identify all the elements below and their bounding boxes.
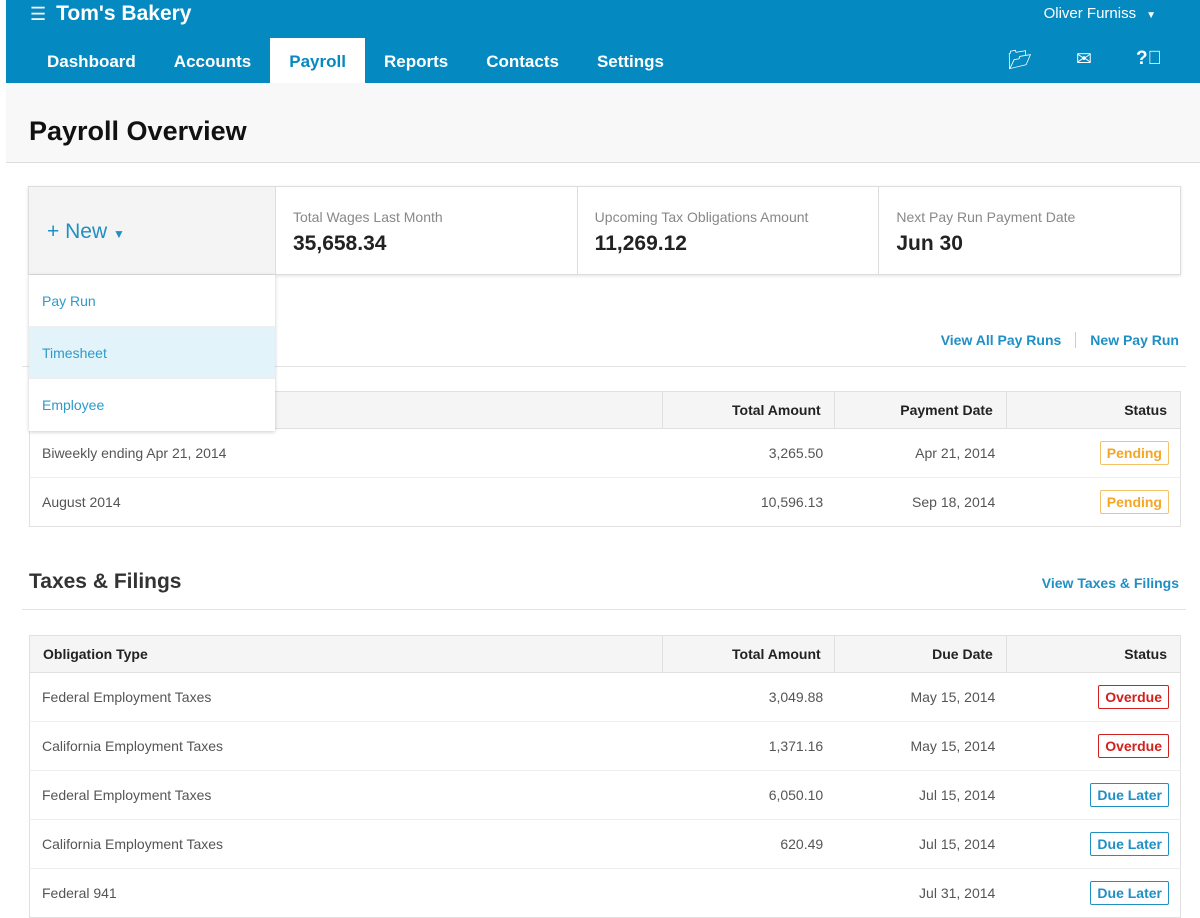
mail-icon[interactable]: ✉ [1072,48,1096,72]
column-header[interactable]: Total Amount [661,635,835,673]
status-cell: Pending [1006,477,1181,527]
new-dropdown-menu: Pay Run Timesheet Employee [29,275,275,431]
table-row[interactable]: Federal Employment Taxes 6,050.10 Jul 15, … [29,770,1181,820]
table-cell: Federal Employment Taxes [29,770,663,820]
view-all-pay-runs-link[interactable]: View All Pay Runs [941,332,1062,348]
new-button[interactable]: + New ▼ [29,187,276,274]
status-cell: Due Later [1006,868,1181,918]
user-menu[interactable]: Oliver Furniss ▼ [1044,5,1156,22]
table-cell: 3,049.88 [662,672,835,722]
column-header[interactable]: Status [1005,391,1181,429]
stat-tax-obligations: Upcoming Tax Obligations Amount 11,269.12 [578,187,880,274]
table-cell: 3,265.50 [662,428,835,478]
menu-item-pay-run[interactable]: Pay Run [29,275,275,327]
main-nav: Dashboard Accounts Payroll Reports Contacts S… [28,38,683,83]
column-header[interactable]: Obligation Type [29,635,663,673]
status-badge: Pending [1099,441,1169,465]
tab-accounts[interactable]: Accounts [155,38,270,83]
taxes-section-title: Taxes & Filings [29,570,182,593]
status-cell: Due Later [1006,819,1181,869]
folder-icon[interactable]: 📂︎ [1008,48,1032,72]
summary-panel: + New ▼ Total Wages Last Month 35,658.34 … [28,186,1181,275]
tab-dashboard[interactable]: Dashboard [28,38,155,83]
table-cell: Federal 941 [29,868,663,918]
tab-payroll[interactable]: Payroll [270,38,365,83]
status-badge: Overdue [1098,734,1169,758]
new-label: + New [47,220,108,243]
status-badge: Pending [1099,490,1169,514]
status-cell: Due Later [1006,770,1181,820]
table-cell: May 15, 2014 [834,721,1007,771]
menu-list-icon[interactable]: ☰ [30,4,46,25]
caret-down-icon: ▼ [112,227,125,241]
table-cell: 6,050.10 [662,770,835,820]
payrun-links: View All Pay Runs New Pay Run [941,332,1179,348]
status-cell: Pending [1006,428,1181,478]
page-header: Payroll Overview [6,83,1200,163]
brand[interactable]: ☰ Tom's Bakery [30,2,191,26]
status-cell: Overdue [1006,672,1181,722]
table-cell: Jul 15, 2014 [834,819,1007,869]
table-cell: Biweekly ending Apr 21, 2014 [29,428,663,478]
stat-next-pay-run: Next Pay Run Payment Date Jun 30 [879,187,1180,274]
table-row[interactable]: August 2014 10,596.13 Sep 18, 2014 Pending [29,477,1181,527]
table-cell: 620.49 [662,819,835,869]
toolbar-icons: 📂︎ ✉ ?⃝ [1008,48,1162,72]
taxes-table: Obligation Type Total Amount Due Date Statu… [29,635,1181,918]
table-cell: August 2014 [29,477,663,527]
stat-label: Upcoming Tax Obligations Amount [594,209,809,225]
user-name: Oliver Furniss [1043,5,1137,22]
table-cell: Federal Employment Taxes [29,672,663,722]
table-header: Obligation Type Total Amount Due Date Statu… [29,635,1181,673]
column-header[interactable]: Status [1005,635,1181,673]
menu-item-timesheet[interactable]: Timesheet [29,327,275,379]
tab-reports[interactable]: Reports [365,38,467,83]
table-row[interactable]: Federal Employment Taxes 3,049.88 May 15, … [29,672,1181,722]
taxes-links: View Taxes & Filings [1042,575,1179,591]
column-header[interactable]: Total Amount [661,391,835,429]
column-header[interactable]: Due Date [833,635,1007,673]
table-cell: 10,596.13 [662,477,835,527]
table-row[interactable]: California Employment Taxes 620.49 Jul 15,… [29,819,1181,869]
table-row[interactable]: Federal 941 Jul 31, 2014 Due Later [29,868,1181,918]
top-bar: ☰ Tom's Bakery Oliver Furniss ▼ Dashboard A… [6,0,1200,83]
view-taxes-link[interactable]: View Taxes & Filings [1042,575,1179,591]
new-pay-run-link[interactable]: New Pay Run [1075,332,1179,348]
table-cell [662,868,835,918]
table-cell: California Employment Taxes [29,721,663,771]
status-badge: Due Later [1090,832,1169,856]
status-badge: Due Later [1090,783,1169,807]
divider [22,609,1186,610]
help-icon[interactable]: ?⃝ [1136,48,1162,72]
stat-value: 11,269.12 [594,232,687,255]
table-cell: May 15, 2014 [834,672,1007,722]
page-title: Payroll Overview [29,116,247,146]
menu-item-employee[interactable]: Employee [29,379,275,431]
stat-value: 35,658.34 [293,232,387,255]
table-cell: 1,371.16 [662,721,835,771]
table-cell: Apr 21, 2014 [834,428,1007,478]
table-cell: California Employment Taxes [29,819,663,869]
table-row[interactable]: California Employment Taxes 1,371.16 May 1… [29,721,1181,771]
caret-down-icon: ▼ [1146,10,1156,21]
stat-label: Total Wages Last Month [293,209,443,225]
table-row[interactable]: Biweekly ending Apr 21, 2014 3,265.50 Apr … [29,428,1181,478]
column-header[interactable]: Payment Date [833,391,1007,429]
table-cell: Jul 15, 2014 [834,770,1007,820]
table-cell: Jul 31, 2014 [834,868,1007,918]
table-cell: Sep 18, 2014 [834,477,1007,527]
tab-settings[interactable]: Settings [578,38,683,83]
app-title: Tom's Bakery [56,2,192,25]
stat-label: Next Pay Run Payment Date [896,209,1076,225]
stat-value: Jun 30 [896,232,963,255]
status-badge: Due Later [1090,881,1169,905]
stat-total-wages: Total Wages Last Month 35,658.34 [276,187,578,274]
status-badge: Overdue [1098,685,1169,709]
tab-contacts[interactable]: Contacts [467,38,578,83]
status-cell: Overdue [1006,721,1181,771]
